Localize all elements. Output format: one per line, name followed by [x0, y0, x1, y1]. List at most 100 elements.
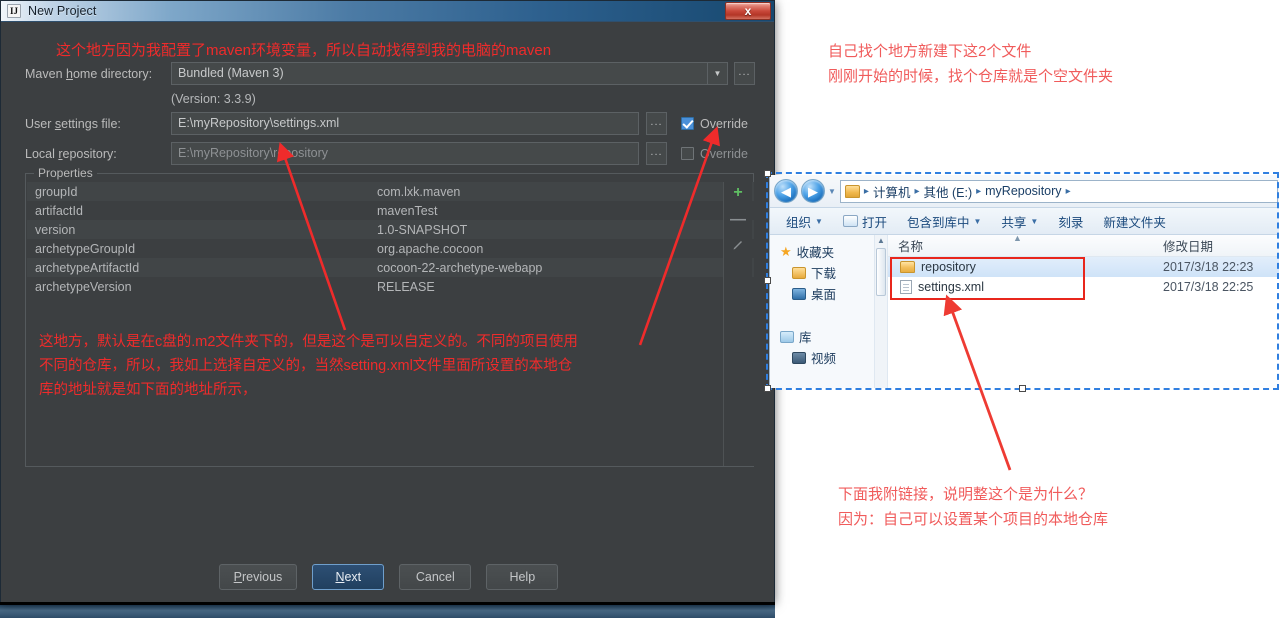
folder-icon	[844, 184, 860, 198]
previous-label: revious	[242, 570, 283, 584]
list-item[interactable]: settings.xml 2017/3/18 22:25	[888, 277, 1279, 297]
list-item[interactable]: repository 2017/3/18 22:23	[888, 257, 1279, 277]
library-icon	[780, 330, 794, 343]
intellij-idea-icon: IJ	[7, 4, 21, 18]
toolbar-organize-button[interactable]: 组织 ▼	[776, 208, 833, 234]
sidebar-item-label: 桌面	[811, 288, 837, 302]
maven-version-note: (Version: 3.3.9)	[171, 92, 256, 106]
sidebar-item-favorites[interactable]: ★ 收藏夹	[770, 241, 874, 262]
table-row[interactable]: archetypeVersion RELEASE	[27, 277, 754, 296]
toolbar-include-in-library-button[interactable]: 包含到库中 ▼	[897, 208, 991, 234]
sidebar-item-videos[interactable]: 视频	[770, 347, 874, 368]
star-icon: ★	[780, 244, 792, 259]
cancel-button[interactable]: Cancel	[399, 564, 472, 590]
dialog-footer: Previous Next Cancel Help	[1, 564, 776, 590]
breadcrumb-sep: ▸	[914, 185, 920, 197]
previous-mnem: P	[233, 570, 243, 584]
desktop-icon	[792, 287, 806, 300]
explorer-sidebar: ★ 收藏夹 下载 桌面 库 视频	[770, 235, 875, 388]
annotation-maven-env: 这个地方因为我配置了maven环境变量，所以自动找得到我的电脑的maven	[56, 42, 552, 59]
toolbar-organize-label: 组织	[786, 215, 812, 230]
sidebar-item-downloads[interactable]: 下载	[770, 262, 874, 283]
sidebar-scrollbar[interactable]: ▲	[875, 235, 888, 388]
toolbar-open-button[interactable]: 打开	[833, 208, 897, 234]
table-row[interactable]: artifactId mavenTest	[27, 201, 754, 220]
override-repository-label: Override	[700, 146, 748, 161]
close-icon[interactable]: x	[725, 2, 771, 20]
toolbar-burn-label: 刻录	[1058, 215, 1084, 230]
sidebar-item-desktop[interactable]: 桌面	[770, 283, 874, 304]
xml-file-icon	[900, 280, 912, 294]
override-repository-checkbox[interactable]: Override	[681, 147, 748, 161]
previous-button[interactable]: Previous	[218, 564, 298, 590]
chevron-down-icon: ▼	[1030, 216, 1039, 226]
sidebar-item-label: 视频	[811, 352, 837, 366]
breadcrumb[interactable]: ▸ 计算机 ▸ 其他 (E:) ▸ myRepository ▸	[839, 179, 1278, 203]
toolbar-burn-button[interactable]: 刻录	[1048, 208, 1093, 234]
file-name-cell: repository	[888, 260, 1163, 274]
breadcrumb-sep: ▸	[976, 185, 982, 197]
table-row[interactable]: groupId com.lxk.maven	[27, 182, 754, 201]
property-key: archetypeGroupId	[35, 241, 136, 256]
next-button[interactable]: Next	[312, 564, 385, 590]
user-settings-input[interactable]: E:\myRepository\settings.xml	[171, 112, 639, 135]
property-value: com.lxk.maven	[377, 184, 461, 199]
open-folder-icon	[842, 215, 858, 227]
file-name-label: settings.xml	[918, 280, 984, 294]
sidebar-item-libraries[interactable]: 库	[770, 326, 874, 347]
user-settings-label-post: ettings file:	[61, 116, 121, 131]
sidebar-item-label: 收藏夹	[796, 246, 835, 260]
add-property-button[interactable]: +	[728, 184, 748, 202]
property-key: artifactId	[35, 203, 83, 218]
sidebar-item-label: 下载	[811, 267, 837, 281]
properties-table[interactable]: groupId com.lxk.maven artifactId mavenTe…	[27, 182, 754, 466]
remove-property-button[interactable]: —	[728, 211, 748, 229]
breadcrumb-item-myrepository[interactable]: myRepository	[985, 184, 1061, 198]
property-value: org.apache.cocoon	[377, 241, 484, 256]
local-repository-input[interactable]: E:\myRepository\repository	[171, 142, 639, 165]
checkbox-checked-icon[interactable]	[681, 117, 694, 130]
column-header-name[interactable]: 名称 ▲	[888, 233, 1163, 255]
annotation-local-repo-explain: 这地方，默认是在c盘的.m2文件夹下的，但是这个是可以自定义的。不同的项目使用 …	[39, 334, 578, 398]
toolbar-share-button[interactable]: 共享 ▼	[991, 208, 1048, 234]
chevron-down-icon[interactable]: ▼	[708, 62, 728, 85]
properties-group: Properties groupId com.lxk.maven artifac…	[25, 166, 754, 467]
property-value: mavenTest	[377, 203, 438, 218]
file-list[interactable]: 名称 ▲ 修改日期 repository 2017/3/18 22:23 set…	[888, 233, 1279, 388]
help-button[interactable]: Help	[486, 564, 559, 590]
chevron-down-icon: ▼	[973, 216, 982, 226]
override-settings-checkbox[interactable]: Override	[681, 117, 748, 131]
maven-home-label: Maven home directory:	[25, 67, 171, 81]
local-repo-label-pre: Local	[25, 146, 59, 161]
table-row[interactable]: archetypeGroupId org.apache.cocoon	[27, 239, 754, 258]
scroll-up-icon[interactable]: ▲	[877, 236, 885, 245]
local-repository-browse-button[interactable]: ...	[646, 142, 667, 165]
scrollbar-thumb[interactable]	[876, 248, 886, 296]
screenshot-root: IJ New Project x 这个地方因为我配置了maven环境变量，所以自…	[0, 0, 1279, 618]
dialog-titlebar: IJ New Project x	[1, 1, 774, 22]
table-row[interactable]: archetypeArtifactId cocoon-22-archetype-…	[27, 258, 754, 277]
new-project-dialog: IJ New Project x 这个地方因为我配置了maven环境变量，所以自…	[0, 0, 775, 602]
breadcrumb-item-drive[interactable]: 其他 (E:)	[924, 182, 973, 201]
table-row[interactable]: version 1.0-SNAPSHOT	[27, 220, 754, 239]
user-settings-label: User settings file:	[25, 117, 171, 131]
checkbox-unchecked-icon[interactable]	[681, 147, 694, 160]
local-repository-row: Local repository: E:\myRepository\reposi…	[25, 142, 765, 165]
maven-home-combo[interactable]: Bundled (Maven 3)	[171, 62, 708, 85]
video-icon	[792, 351, 806, 364]
column-header-name-label: 名称	[898, 240, 924, 254]
breadcrumb-sep: ▸	[863, 185, 869, 197]
maven-home-browse-button[interactable]: ...	[734, 62, 755, 85]
breadcrumb-item-computer[interactable]: 计算机	[873, 182, 911, 201]
edit-pencil-icon[interactable]	[728, 238, 748, 256]
forward-icon[interactable]: ▶	[801, 179, 825, 203]
property-value: RELEASE	[377, 279, 435, 294]
column-header-date[interactable]: 修改日期	[1163, 236, 1279, 255]
properties-legend: Properties	[34, 166, 97, 180]
file-date-cell: 2017/3/18 22:23	[1163, 260, 1254, 274]
history-dropdown-icon[interactable]: ▼	[828, 187, 836, 196]
back-icon[interactable]: ◀	[774, 179, 798, 203]
toolbar-new-folder-button[interactable]: 新建文件夹	[1093, 208, 1176, 234]
user-settings-browse-button[interactable]: ...	[646, 112, 667, 135]
